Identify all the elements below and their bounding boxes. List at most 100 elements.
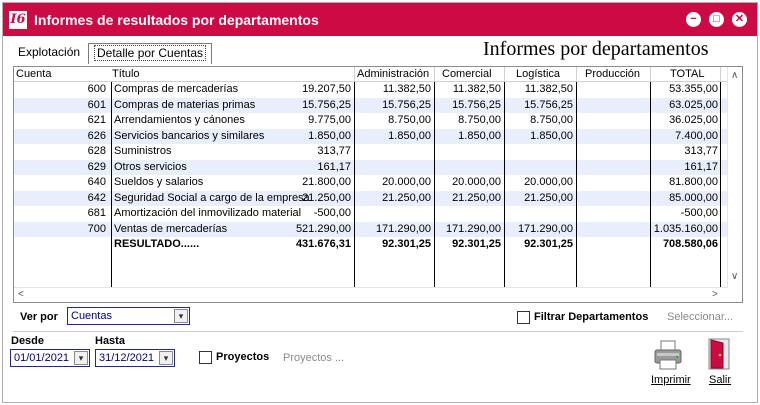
chevron-down-icon[interactable]: ▾	[174, 309, 188, 323]
salir-button[interactable]: Salir	[709, 374, 731, 386]
cell-logistica: 1.850,00	[458, 129, 501, 142]
proyectos-selector[interactable]: Proyectos ...	[283, 352, 344, 364]
cell-administracion: 21.800,00	[302, 176, 351, 188]
scroll-left-icon[interactable]: <	[18, 289, 24, 300]
table-header: Cuenta Título Administración Comercial L…	[14, 67, 728, 82]
col-header-produccion[interactable]: Producción	[585, 67, 640, 82]
report-window: I6 Informes de resultados por departamen…	[2, 2, 758, 403]
table-row[interactable]: 628 Suministros 313,77 313,77	[14, 144, 728, 160]
cell-comercial: 1.850,00	[388, 129, 431, 142]
tab-explotacion[interactable]: Explotación	[13, 43, 85, 64]
table-row[interactable]: 621 Arrendamientos y cánones 9.775,00 8.750…	[14, 113, 728, 129]
cell-administracion: 431.676,31	[295, 238, 351, 250]
cell-administracion: -500,00	[313, 207, 351, 219]
ver-por-select[interactable]: Cuentas ▾	[67, 307, 190, 325]
proyectos-checkbox[interactable]	[199, 351, 212, 364]
cell-cuenta: 621	[87, 114, 106, 126]
cell-produccion	[503, 144, 573, 160]
cell-cuenta: 700	[87, 222, 106, 235]
col-header-comercial[interactable]: Comercial	[442, 67, 492, 82]
cell-produccion	[503, 206, 573, 222]
cell-cuenta: 601	[87, 98, 106, 111]
cell-comercial	[353, 206, 431, 222]
col-header-cuenta[interactable]: Cuenta	[16, 67, 51, 82]
vertical-scrollbar[interactable]: ∧ ∨	[727, 67, 742, 288]
cell-comercial: 171.290,00	[375, 222, 431, 235]
seleccionar-button[interactable]: Seleccionar...	[667, 311, 733, 323]
filtrar-departamentos-checkbox[interactable]	[517, 311, 530, 324]
col-header-logistica[interactable]: Logística	[516, 67, 560, 82]
horizontal-scrollbar[interactable]: < >	[14, 287, 728, 302]
table-row[interactable]: RESULTADO...... 431.676,31 92.301,25 92.301…	[14, 237, 728, 253]
cell-logistica: 11.382,50	[452, 83, 501, 95]
col-header-total[interactable]: TOTAL	[670, 67, 704, 82]
scroll-up-icon[interactable]: ∧	[731, 70, 738, 81]
cell-cuenta: 640	[87, 176, 106, 188]
exit-door-icon[interactable]	[706, 337, 732, 374]
title-bar[interactable]: I6 Informes de resultados por departamen…	[3, 3, 757, 36]
cell-produccion	[503, 160, 573, 176]
cell-total: 81.800,00	[669, 176, 718, 188]
maximize-icon[interactable]: □	[709, 12, 724, 27]
cell-comercial: 8.750,00	[388, 114, 431, 126]
imprimir-button[interactable]: Imprimir	[651, 374, 691, 386]
table-row[interactable]: 600 Compras de mercaderías 19.207,50 11.382…	[14, 82, 728, 98]
cell-administracion: 15.756,25	[302, 98, 351, 111]
cell-comercial: 92.301,25	[382, 238, 431, 250]
desde-value: 01/01/2021	[14, 352, 70, 364]
cell-administracion: 1.850,00	[308, 129, 351, 142]
tab-detalle-por-cuentas[interactable]: Detalle por Cuentas	[88, 43, 213, 64]
table-row[interactable]: 640 Sueldos y salarios 21.800,00 20.000,00 2…	[14, 175, 728, 191]
table-row[interactable]: 642 Seguridad Social a cargo de la empres…	[14, 190, 728, 206]
printer-icon[interactable]	[653, 339, 683, 374]
cell-comercial	[353, 160, 431, 176]
divider	[13, 331, 743, 332]
cell-cuenta: 626	[87, 129, 106, 142]
results-table[interactable]: Cuenta Título Administración Comercial L…	[13, 66, 743, 303]
tab-detalle-label: Detalle por Cuentas	[94, 45, 207, 61]
cell-logistica: 15.756,25	[452, 98, 501, 111]
cell-total: 161,17	[684, 160, 718, 173]
hasta-date-field[interactable]: 31/12/2021 ▾	[95, 349, 175, 367]
chevron-down-icon[interactable]: ▾	[159, 351, 173, 365]
table-row[interactable]: 626 Servicios bancarios y similares 1.850,…	[14, 128, 728, 144]
cell-cuenta: 681	[87, 207, 106, 219]
table-row[interactable]: 629 Otros servicios 161,17 161,17	[14, 159, 728, 176]
col-header-administracion[interactable]: Administración	[357, 67, 429, 82]
desde-label: Desde	[11, 335, 45, 347]
cell-logistica	[433, 144, 501, 160]
cell-comercial: 20.000,00	[382, 176, 431, 188]
cell-produccion: 20.000,00	[524, 176, 573, 188]
scroll-down-icon[interactable]: ∨	[731, 271, 738, 282]
col-header-titulo[interactable]: Título	[112, 67, 140, 82]
chevron-down-icon[interactable]: ▾	[74, 351, 88, 365]
cell-total: 7.400,00	[675, 129, 718, 142]
desde-date-field[interactable]: 01/01/2021 ▾	[10, 349, 90, 367]
cell-comercial: 11.382,50	[382, 83, 431, 95]
close-icon[interactable]: ✕	[732, 12, 747, 27]
table-row[interactable]: 601 Compras de materias primas 15.756,25 15…	[14, 97, 728, 113]
cell-total: 313,77	[684, 145, 718, 157]
filtrar-departamentos-label: Filtrar Departamentos	[534, 311, 649, 323]
cell-produccion: 171.290,00	[517, 222, 573, 235]
minimize-icon[interactable]: −	[686, 12, 701, 27]
cell-logistica: 8.750,00	[458, 114, 501, 126]
cell-produccion: 92.301,25	[524, 238, 573, 250]
app-logo-icon: I6	[9, 11, 27, 29]
cell-logistica: 20.000,00	[452, 176, 501, 188]
cell-total: 36.025,00	[669, 114, 718, 126]
cell-comercial: 21.250,00	[382, 191, 431, 204]
table-row[interactable]: 681 Amortización del inmovilizado materia…	[14, 206, 728, 222]
cell-logistica	[433, 160, 501, 176]
cell-total: -500,00	[680, 207, 718, 219]
cell-comercial	[353, 144, 431, 160]
cell-total: 53.355,00	[669, 83, 718, 95]
cell-total: 85.000,00	[669, 191, 718, 204]
scroll-right-icon[interactable]: >	[712, 289, 718, 300]
cell-administracion: 161,17	[317, 160, 351, 173]
cell-cuenta: 600	[87, 83, 106, 95]
cell-total: 708.580,06	[662, 238, 718, 250]
report-title: Informes por departamentos	[483, 38, 709, 60]
table-row[interactable]: 700 Ventas de mercaderías 521.290,00 171.29…	[14, 221, 728, 237]
cell-logistica	[433, 206, 501, 222]
